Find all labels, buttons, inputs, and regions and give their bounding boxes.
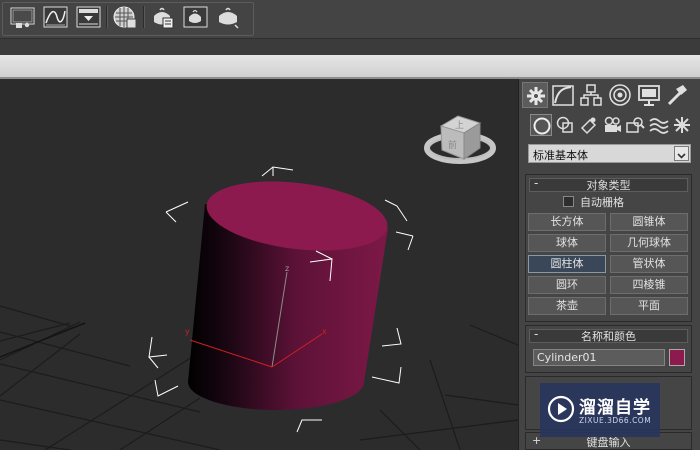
name-and-color-title: 名称和颜色 (581, 330, 636, 343)
tube-button[interactable]: 管状体 (610, 255, 688, 273)
cameras-icon[interactable] (601, 114, 623, 136)
viewcube-front-label: 前 (448, 139, 457, 151)
create-tab-icon[interactable] (522, 82, 548, 108)
y-axis-label: y (185, 327, 190, 336)
main-toolbar (0, 0, 700, 39)
sphere-button[interactable]: 球体 (528, 234, 606, 252)
box-button[interactable]: 长方体 (528, 213, 606, 231)
rendered-frame-window-icon[interactable] (183, 5, 208, 29)
view-cube[interactable]: 上 前 (424, 115, 496, 164)
autogrid-checkbox[interactable] (563, 196, 574, 207)
render-frame-icon[interactable] (76, 5, 101, 29)
object-type-title: 对象类型 (586, 179, 631, 192)
watermark: 溜溜自学 ZIXUE.3D66.COM (540, 383, 660, 437)
category-dropdown[interactable]: 标准基本体 (528, 144, 691, 163)
viewport-layout-icon[interactable] (10, 5, 35, 29)
object-color-swatch[interactable] (669, 349, 685, 366)
category-dropdown-value: 标准基本体 (533, 149, 588, 162)
cylinder-button[interactable]: 圆柱体 (528, 255, 606, 273)
play-logo-icon (547, 395, 575, 423)
viewcube-top-label: 上 (455, 120, 464, 131)
perspective-viewport[interactable]: z x y 上 前 (0, 79, 518, 450)
cone-button[interactable]: 圆锥体 (610, 213, 688, 231)
geosphere-button[interactable]: 几何球体 (610, 234, 688, 252)
object-name-field[interactable]: Cylinder01 (533, 349, 665, 366)
toolbar-separator (143, 6, 145, 28)
display-tab-icon[interactable] (636, 82, 662, 108)
watermark-title: 溜溜自学 (579, 398, 651, 418)
toolbar-separator (106, 6, 108, 28)
ribbon-strip (0, 39, 700, 55)
viewport-scene: z x y 上 前 (0, 115, 518, 450)
pyramid-button[interactable]: 四棱锥 (610, 276, 688, 294)
systems-icon[interactable] (671, 114, 693, 136)
torus-button[interactable]: 圆环 (528, 276, 606, 294)
hierarchy-tab-icon[interactable] (578, 82, 604, 108)
curve-editor-icon[interactable] (43, 5, 68, 29)
geometry-icon[interactable] (530, 114, 552, 136)
x-axis-label: x (322, 327, 327, 336)
utilities-tab-icon[interactable] (664, 82, 690, 108)
cylinder-object (188, 181, 388, 410)
motion-tab-icon[interactable] (607, 82, 633, 108)
autogrid-label: 自动栅格 (580, 196, 624, 209)
watermark-url: ZIXUE.3D66.COM (579, 416, 652, 425)
object-type-rollout-header[interactable]: - 对象类型 (529, 176, 688, 192)
z-axis-label: z (285, 264, 289, 273)
lights-icon[interactable] (578, 114, 600, 136)
shapes-icon[interactable] (554, 114, 576, 136)
material-editor-icon[interactable] (112, 5, 137, 29)
render-production-icon[interactable] (216, 5, 241, 29)
helpers-icon[interactable] (624, 114, 646, 136)
ribbon-bar (0, 55, 700, 79)
teapot-button[interactable]: 茶壶 (528, 297, 606, 315)
chevron-down-icon[interactable] (674, 146, 689, 161)
name-and-color-rollout-header[interactable]: - 名称和颜色 (529, 327, 688, 343)
render-setup-icon[interactable] (150, 5, 175, 29)
modify-tab-icon[interactable] (550, 82, 576, 108)
space-warps-icon[interactable] (648, 114, 670, 136)
plane-button[interactable]: 平面 (610, 297, 688, 315)
